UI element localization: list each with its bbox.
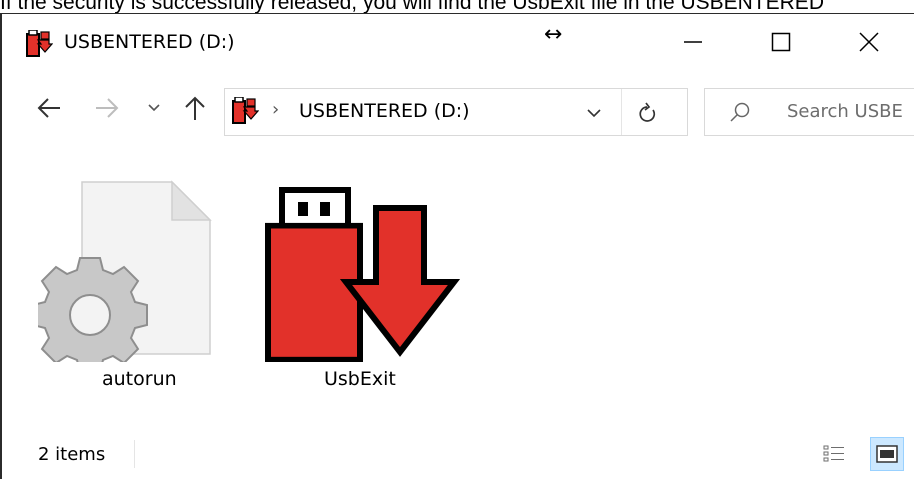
chevron-down-icon bbox=[587, 109, 601, 118]
address-divider bbox=[621, 89, 622, 135]
usb-eject-icon bbox=[265, 187, 461, 362]
file-name: UsbExit bbox=[324, 368, 396, 390]
minimize-icon bbox=[684, 41, 702, 43]
recent-locations-button[interactable] bbox=[142, 90, 166, 126]
file-item-autorun[interactable]: autorun bbox=[38, 142, 218, 412]
explorer-window: USBENTERED (D:) ↔ › USBENTERED (D:) Sear… bbox=[0, 13, 914, 479]
usb-drive-icon bbox=[26, 30, 53, 57]
up-button[interactable] bbox=[180, 90, 210, 126]
maximize-button[interactable] bbox=[746, 14, 816, 70]
large-icons-view-icon bbox=[876, 445, 898, 463]
forward-button[interactable] bbox=[90, 90, 124, 126]
settings-file-icon bbox=[38, 180, 212, 362]
arrow-up-icon bbox=[185, 96, 205, 120]
chevron-down-icon bbox=[148, 104, 160, 112]
usb-drive-icon bbox=[232, 97, 259, 124]
title-bar[interactable]: USBENTERED (D:) ↔ bbox=[2, 14, 914, 72]
breadcrumb-separator: › bbox=[272, 99, 280, 120]
status-bar: 2 items bbox=[2, 430, 914, 479]
address-dropdown-button[interactable] bbox=[577, 101, 611, 125]
minimize-button[interactable] bbox=[658, 14, 728, 70]
breadcrumb-drive[interactable]: USBENTERED (D:) bbox=[299, 100, 470, 122]
window-title: USBENTERED (D:) bbox=[64, 31, 235, 53]
page: If the security is successfully released… bbox=[0, 0, 914, 479]
back-button[interactable] bbox=[32, 90, 66, 126]
file-list: autorun UsbExit bbox=[2, 142, 914, 430]
navigation-bar: › USBENTERED (D:) Search USBE bbox=[2, 72, 914, 142]
item-count: 2 items bbox=[38, 444, 106, 465]
address-bar[interactable]: › USBENTERED (D:) bbox=[224, 88, 688, 136]
close-button[interactable] bbox=[834, 14, 904, 70]
arrow-right-icon bbox=[96, 98, 119, 118]
caption-text: If the security is successfully released… bbox=[0, 0, 824, 14]
details-view-button[interactable] bbox=[822, 442, 846, 466]
search-icon bbox=[730, 102, 750, 122]
file-item-usbexit[interactable]: UsbExit bbox=[258, 142, 468, 412]
close-icon bbox=[859, 32, 879, 52]
file-name: autorun bbox=[102, 368, 177, 390]
refresh-icon bbox=[639, 102, 656, 122]
details-view-icon bbox=[823, 445, 844, 462]
refresh-button[interactable] bbox=[631, 99, 665, 127]
arrow-left-icon bbox=[37, 98, 60, 118]
search-input[interactable]: Search USBE bbox=[787, 101, 903, 122]
search-box[interactable]: Search USBE bbox=[704, 88, 914, 136]
large-icons-view-button[interactable] bbox=[870, 437, 904, 471]
status-divider bbox=[134, 440, 135, 468]
maximize-icon bbox=[771, 32, 791, 52]
resize-cursor-icon: ↔ bbox=[544, 22, 563, 47]
